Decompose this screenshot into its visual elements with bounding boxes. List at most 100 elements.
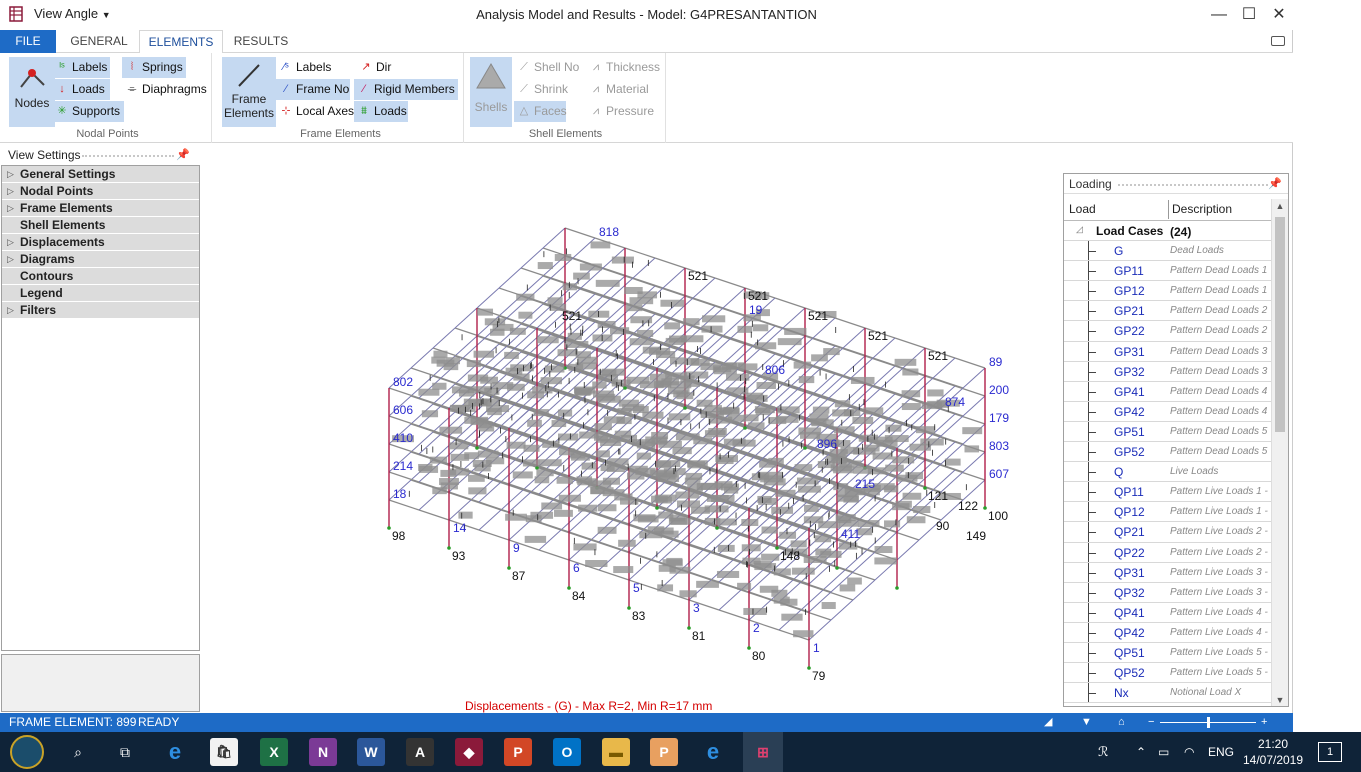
search-icon[interactable]: ⌕ [64,738,92,766]
notification-center-icon[interactable]: 1 [1318,742,1342,762]
expand-triangle-icon[interactable]: ▷ [7,234,14,251]
col-load[interactable]: Load [1069,202,1096,216]
people-icon[interactable]: ℛ [1098,732,1108,772]
load-case-row[interactable]: QP11 Pattern Live Loads 1 - [1064,482,1272,503]
language-indicator[interactable]: ENG [1208,732,1234,772]
load-case-row[interactable]: QP41 Pattern Live Loads 4 - [1064,602,1272,623]
column-separator[interactable] [1168,200,1169,219]
word-icon[interactable]: W [357,738,385,766]
store-icon[interactable]: 🛍 [210,738,238,766]
wifi-icon[interactable]: ◠ [1184,732,1194,772]
shell-no-button[interactable]: ⟋ Shell No [514,57,579,78]
tab-file[interactable]: FILE [0,30,56,53]
load-case-row[interactable]: G Dead Loads [1064,241,1272,262]
scroll-thumb[interactable] [1275,217,1285,432]
scroll-up-icon[interactable]: ▲ [1272,201,1288,211]
view-setting-item[interactable]: ▷ Displacements [2,234,199,251]
supports-button[interactable]: ✳ Supports [52,101,124,122]
load-case-row[interactable]: QP51 Pattern Live Loads 5 - [1064,642,1272,664]
frame-loads-button[interactable]: ⩩ Loads [354,101,408,122]
battery-icon[interactable]: ▭ [1158,732,1169,772]
load-case-row[interactable]: QP32 Pattern Live Loads 3 - [1064,582,1272,603]
onenote-icon[interactable]: N [309,738,337,766]
close-button[interactable]: ✕ [1264,4,1294,26]
expand-triangle-icon[interactable]: ▷ [7,183,14,200]
load-case-row[interactable]: QP52 Pattern Live Loads 5 - [1064,663,1272,684]
frame-labels-button[interactable]: ⁄ˢ Labels [276,57,331,78]
load-cases-group-row[interactable]: ◿ Load Cases (24) [1064,221,1272,242]
show-hidden-icons-icon[interactable]: ⌃ [1136,732,1146,772]
view-setting-item[interactable]: ▷ General Settings [2,166,199,183]
load-case-row[interactable]: Nx Notional Load X [1064,683,1272,704]
scroll-down-icon[interactable]: ▼ [1272,695,1288,705]
collapse-triangle-icon[interactable]: ◿ [1076,224,1083,235]
col-description[interactable]: Description [1172,202,1232,216]
pressure-button[interactable]: ⩘ Pressure [586,101,654,122]
load-case-row[interactable]: QP21 Pattern Live Loads 2 - [1064,522,1272,543]
load-case-row[interactable]: Q Live Loads [1064,462,1272,483]
shells-button[interactable]: Shells [470,57,512,127]
view-setting-item[interactable]: ▷ Filters [2,302,199,319]
shrink-button[interactable]: ⟋ Shrink [514,79,568,100]
load-case-row[interactable]: GP11 Pattern Dead Loads 1 [1064,261,1272,282]
powerpoint-doc-icon[interactable]: P [650,738,678,766]
view-setting-item[interactable]: Contours [2,268,199,285]
model-viewport[interactable]: 98 93 87 84 83 81 80 79 100 149 90 121 122 148 521 521 5… [204,148,1060,713]
loading-scrollbar[interactable]: ▲ ▼ [1271,199,1288,706]
nodal-labels-button[interactable]: ᴵˢ Labels [52,57,110,78]
expand-triangle-icon[interactable]: ▷ [7,200,14,217]
zoom-slider-knob[interactable] [1207,717,1210,728]
structure-3d-view[interactable]: 9893878483818079100149901211221485215215… [204,148,1060,713]
thickness-button[interactable]: ⩘ Thickness [586,57,660,78]
nodes-button[interactable]: Nodes [9,57,55,127]
minimize-button[interactable]: — [1204,4,1234,26]
clock[interactable]: 21:20 14/07/2019 [1240,736,1306,768]
outlook-icon[interactable]: O [553,738,581,766]
view-setting-item[interactable]: ▷ Diagrams [2,251,199,268]
load-case-row[interactable]: GP41 Pattern Dead Loads 4 [1064,381,1272,402]
pin-icon[interactable]: 📌 [176,147,190,164]
start-button-icon[interactable] [10,735,44,769]
local-axes-button[interactable]: ⊹ Local Axes [276,101,354,122]
load-case-row[interactable]: GP32 Pattern Dead Loads 3 [1064,361,1272,382]
nodal-loads-button[interactable]: ↓ Loads [52,79,110,100]
powerpoint-icon[interactable]: P [504,738,532,766]
load-case-row[interactable]: GP12 Pattern Dead Loads 1 [1064,281,1272,302]
ribbon-collapse-icon[interactable] [1271,36,1285,46]
internet-explorer-icon[interactable]: e [699,738,727,766]
excel-icon[interactable]: X [260,738,288,766]
load-case-row[interactable]: QP22 Pattern Live Loads 2 - [1064,542,1272,563]
view-setting-item[interactable]: ▷ Nodal Points [2,183,199,200]
material-button[interactable]: ⩘ Material [586,79,649,100]
dir-button[interactable]: ↗ Dir [356,57,391,78]
load-case-row[interactable]: GP52 Pattern Dead Loads 5 [1064,442,1272,463]
load-case-row[interactable]: QP42 Pattern Live Loads 4 - [1064,622,1272,643]
springs-button[interactable]: ⦚ Springs [122,57,186,78]
corner-icon[interactable]: ◢ [1044,713,1052,732]
expand-triangle-icon[interactable]: ▷ [7,166,14,183]
load-case-row[interactable]: GP21 Pattern Dead Loads 2 [1064,301,1272,322]
frame-no-button[interactable]: ⁄ Frame No [276,79,350,100]
file-explorer-icon[interactable]: ▬ [602,738,630,766]
load-case-row[interactable]: GP51 Pattern Dead Loads 5 [1064,421,1272,443]
tab-elements[interactable]: ELEMENTS [139,30,223,54]
expand-triangle-icon[interactable]: ▷ [7,302,14,319]
zoom-in-icon[interactable]: + [1261,713,1267,732]
tab-general[interactable]: GENERAL [62,30,136,53]
view-setting-item[interactable]: Legend [2,285,199,302]
diaphragms-button[interactable]: ⌯ Diaphragms [122,79,207,100]
maximize-button[interactable]: ☐ [1234,4,1264,26]
pin-icon[interactable]: 📌 [1268,174,1282,194]
zoom-out-icon[interactable]: − [1148,713,1154,732]
load-case-row[interactable]: GP22 Pattern Dead Loads 2 [1064,321,1272,342]
load-case-row[interactable]: QP12 Pattern Live Loads 1 - [1064,502,1272,523]
lock-icon[interactable]: ⌂ [1118,713,1125,732]
autocad-icon[interactable]: A [406,738,434,766]
view-setting-item[interactable]: ▷ Frame Elements [2,200,199,217]
load-case-row[interactable]: QP31 Pattern Live Loads 3 - [1064,562,1272,583]
expand-triangle-icon[interactable]: ▷ [7,251,14,268]
rigid-members-button[interactable]: ⁄ Rigid Members [354,79,458,100]
filter-icon[interactable]: ▼ [1081,713,1092,732]
revit-icon[interactable]: ◆ [455,738,483,766]
view-setting-item[interactable]: Shell Elements [2,217,199,234]
